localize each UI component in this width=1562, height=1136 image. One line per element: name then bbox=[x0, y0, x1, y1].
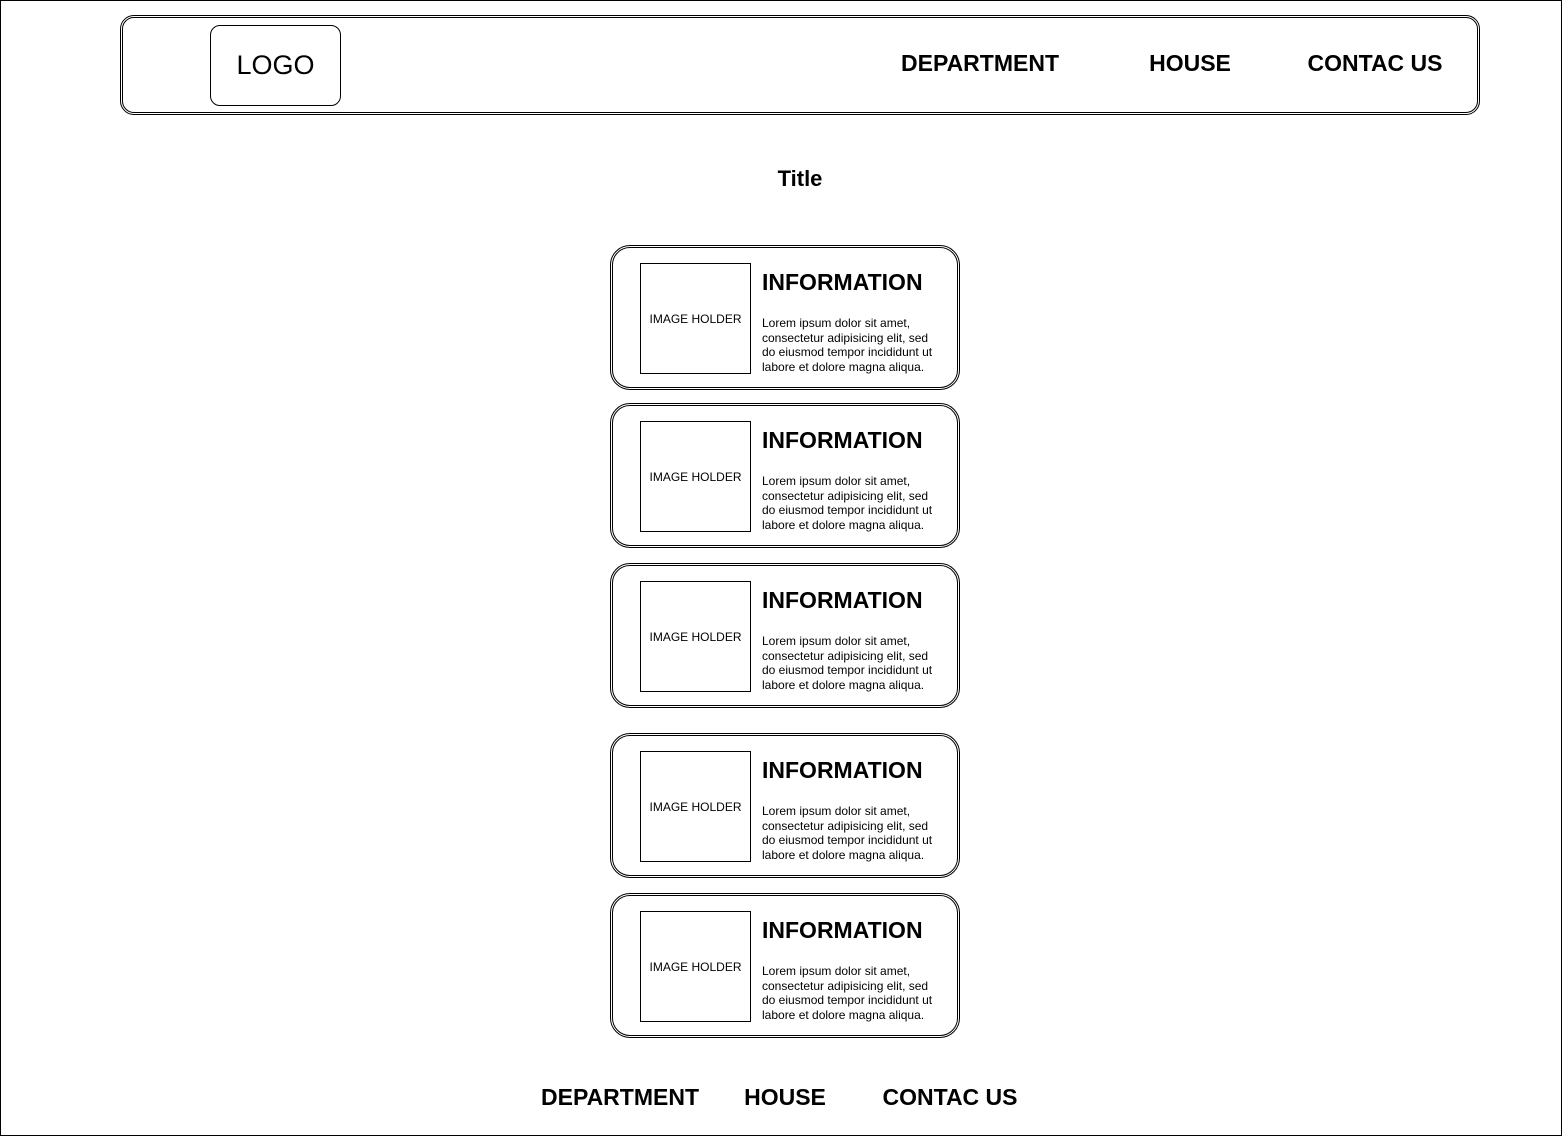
card-heading: INFORMATION bbox=[762, 757, 923, 783]
image-placeholder: IMAGE HOLDER bbox=[640, 263, 751, 374]
footer-nav-contact-us[interactable]: CONTAC US bbox=[882, 1084, 1017, 1111]
card-text: Lorem ipsum dolor sit amet, consectetur … bbox=[762, 804, 933, 862]
info-card[interactable]: IMAGE HOLDER INFORMATION Lorem ipsum dol… bbox=[610, 403, 960, 548]
image-placeholder: IMAGE HOLDER bbox=[640, 421, 751, 532]
page-title: Title bbox=[777, 166, 823, 191]
info-card[interactable]: IMAGE HOLDER INFORMATION Lorem ipsum dol… bbox=[610, 893, 960, 1038]
nav-house[interactable]: HOUSE bbox=[1149, 50, 1231, 77]
footer-nav-house[interactable]: HOUSE bbox=[744, 1084, 826, 1111]
nav-contact-us[interactable]: CONTAC US bbox=[1307, 50, 1442, 77]
info-card[interactable]: IMAGE HOLDER INFORMATION Lorem ipsum dol… bbox=[610, 733, 960, 878]
image-placeholder: IMAGE HOLDER bbox=[640, 581, 751, 692]
card-heading: INFORMATION bbox=[762, 917, 923, 943]
info-card[interactable]: IMAGE HOLDER INFORMATION Lorem ipsum dol… bbox=[610, 563, 960, 708]
card-text: Lorem ipsum dolor sit amet, consectetur … bbox=[762, 474, 933, 532]
card-text: Lorem ipsum dolor sit amet, consectetur … bbox=[762, 634, 933, 692]
card-heading: INFORMATION bbox=[762, 427, 923, 453]
image-placeholder: IMAGE HOLDER bbox=[640, 911, 751, 1022]
logo[interactable]: LOGO bbox=[210, 25, 341, 106]
nav-department[interactable]: DEPARTMENT bbox=[901, 50, 1059, 77]
image-placeholder: IMAGE HOLDER bbox=[640, 751, 751, 862]
info-card[interactable]: IMAGE HOLDER INFORMATION Lorem ipsum dol… bbox=[610, 245, 960, 390]
card-text: Lorem ipsum dolor sit amet, consectetur … bbox=[762, 964, 933, 1022]
card-heading: INFORMATION bbox=[762, 269, 923, 295]
card-heading: INFORMATION bbox=[762, 587, 923, 613]
card-text: Lorem ipsum dolor sit amet, consectetur … bbox=[762, 316, 933, 374]
footer-nav-department[interactable]: DEPARTMENT bbox=[541, 1084, 699, 1111]
